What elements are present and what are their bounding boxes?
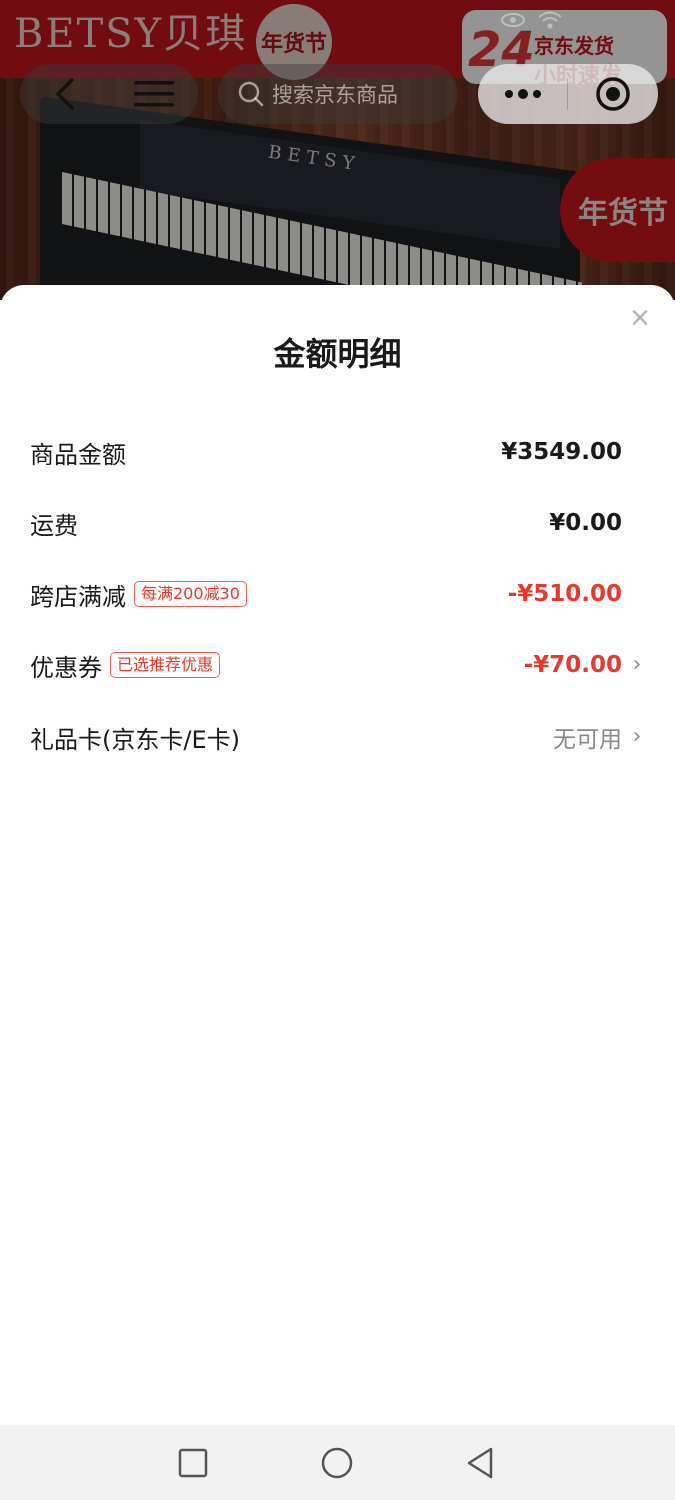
back-button[interactable] [20, 64, 109, 124]
row-cross-store-discount: 跨店满减 每满200减30 -¥510.00 [30, 572, 645, 616]
eye-icon [501, 13, 525, 27]
row-label: 商品金额 [30, 440, 126, 469]
search-input[interactable]: 搜索京东商品 [218, 64, 458, 124]
row-value: ¥3549.00 [501, 439, 622, 465]
wifi-icon [538, 11, 562, 29]
row-label: 运费 [30, 511, 78, 540]
row-coupon[interactable]: 优惠券 已选推荐优惠 -¥70.00 › [30, 643, 645, 687]
system-navigation-bar [0, 1425, 675, 1500]
miniprogram-capsule [478, 64, 658, 124]
row-value: ¥0.00 [549, 510, 622, 536]
back-chevron-icon [55, 78, 74, 110]
row-value: 无可用 [553, 727, 622, 753]
discount-rule-tag: 每满200减30 [134, 581, 247, 607]
triangle-back-icon [467, 1447, 493, 1479]
chevron-right-icon: › [632, 724, 642, 749]
modal-overlay[interactable] [0, 0, 675, 300]
nav-capsule-left [20, 64, 198, 124]
square-icon [178, 1448, 208, 1478]
home-button[interactable] [318, 1444, 356, 1482]
circle-icon [321, 1447, 353, 1479]
hamburger-menu-icon [133, 81, 174, 107]
menu-button[interactable] [109, 64, 198, 124]
chevron-right-icon: › [632, 652, 642, 677]
row-value: -¥70.00 [523, 652, 622, 678]
search-icon [238, 81, 264, 107]
back-nav-button[interactable] [461, 1444, 499, 1482]
coupon-status-tag: 已选推荐优惠 [110, 652, 221, 678]
row-label: 礼品卡(京东卡/E卡) [30, 725, 240, 754]
sheet-title: 金额明细 [273, 335, 402, 373]
recent-apps-button[interactable] [174, 1444, 212, 1482]
amount-detail-sheet: × 金额明细 商品金额 ¥3549.00 运费 ¥0.00 跨店满减 每满200… [0, 285, 675, 1425]
close-miniprogram-button[interactable] [568, 64, 657, 124]
row-gift-card[interactable]: 礼品卡(京东卡/E卡) 无可用 › [30, 715, 645, 759]
row-value: -¥510.00 [507, 581, 622, 607]
status-bar [0, 0, 675, 40]
row-label: 跨店满减 [30, 582, 126, 611]
more-dots-icon [504, 89, 541, 99]
more-button[interactable] [478, 64, 567, 124]
row-goods-amount: 商品金额 ¥3549.00 [30, 430, 645, 474]
row-shipping: 运费 ¥0.00 [30, 501, 645, 545]
target-close-icon [595, 77, 630, 111]
search-placeholder: 搜索京东商品 [272, 83, 398, 107]
row-label: 优惠券 [30, 653, 102, 682]
product-page-background: BETSY贝琪 x 年货节 24 京东发货 小时速发 BETSY 年货节 [0, 0, 675, 300]
